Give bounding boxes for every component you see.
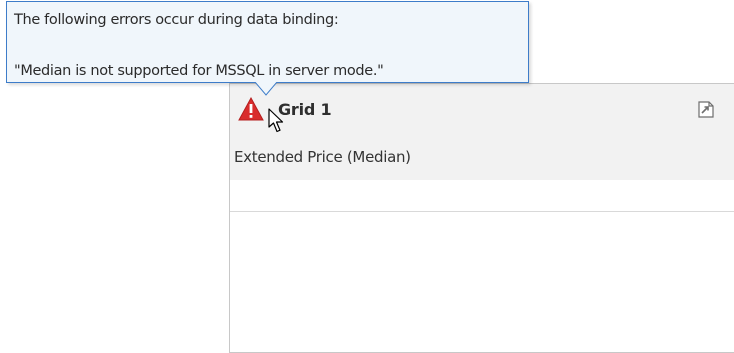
export-icon[interactable] bbox=[697, 100, 715, 119]
tooltip-message-line: The following errors occur during data b… bbox=[14, 12, 339, 28]
error-tooltip: The following errors occur during data b… bbox=[6, 1, 529, 83]
grid-row bbox=[230, 180, 734, 212]
warning-icon[interactable] bbox=[238, 97, 264, 121]
column-header-extended-price[interactable]: Extended Price (Median) bbox=[234, 148, 411, 166]
tooltip-pointer bbox=[255, 82, 277, 96]
grid-dashboard-item: Grid 1 Extended Price (Median) bbox=[229, 83, 734, 353]
tooltip-error-detail: "Median is not supported for MSSQL in se… bbox=[14, 63, 384, 79]
mouse-cursor-icon bbox=[268, 108, 284, 133]
grid-body bbox=[230, 212, 734, 352]
grid-title: Grid 1 bbox=[278, 100, 332, 119]
grid-header: Grid 1 Extended Price (Median) bbox=[230, 84, 734, 181]
